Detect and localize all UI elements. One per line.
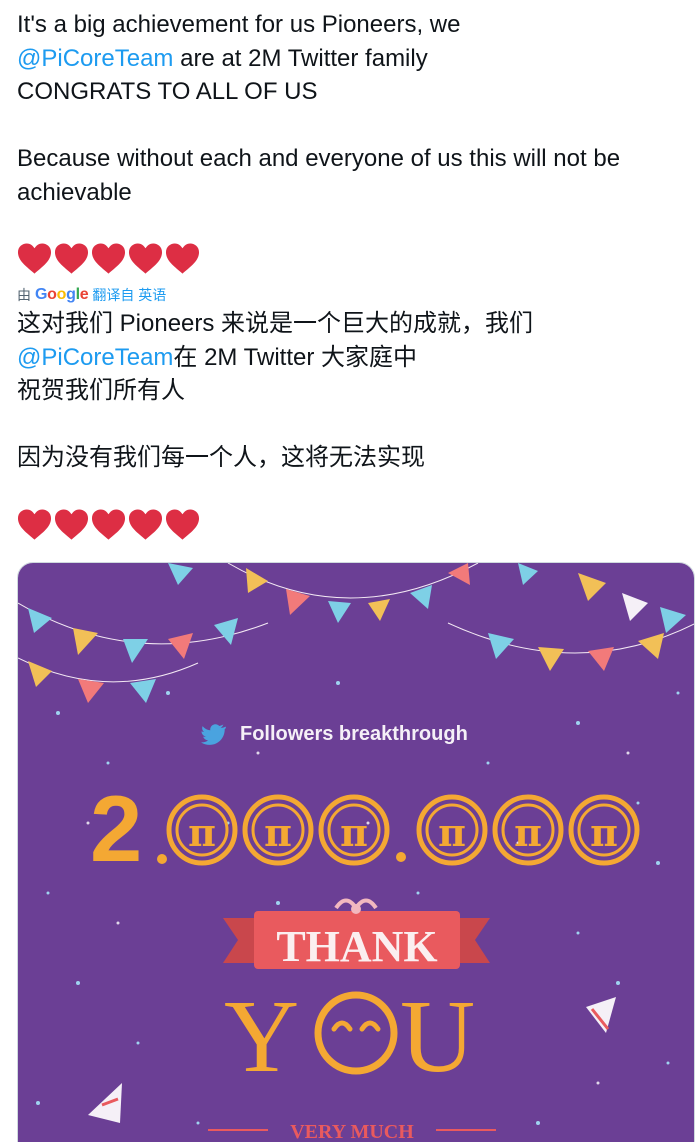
translated-from-link[interactable]: 翻译自 英语 xyxy=(92,285,166,305)
tweet-body: It's a big achievement for us Pioneers, … xyxy=(17,8,687,548)
comma-mark xyxy=(396,852,406,862)
very-much-text: VERY MUCH xyxy=(290,1121,414,1142)
hearts-emoji-row xyxy=(17,508,687,548)
you-letter-u: U xyxy=(400,979,475,1094)
svg-text:π: π xyxy=(340,810,368,855)
google-logo: Google xyxy=(35,286,89,303)
mention-link[interactable]: @PiCoreTeam xyxy=(17,45,173,72)
tweet-text-translated: 这对我们 Pioneers 来说是一个巨大的成就，我们 @PiCoreTeam在… xyxy=(17,307,687,475)
heart-icon xyxy=(165,243,200,274)
hearts-emoji-row xyxy=(17,242,687,282)
comma-mark xyxy=(157,854,167,864)
tweet-line: 祝贺我们所有人 xyxy=(17,377,185,404)
tweet-paragraph: Because without each and everyone of us … xyxy=(17,145,627,206)
tweet-line: CONGRATS TO ALL OF US xyxy=(17,78,318,105)
heart-icon xyxy=(91,508,126,540)
number-digit-two: 2 xyxy=(90,776,142,881)
heart-icon xyxy=(91,243,126,274)
tweet-line: It's a big achievement for us Pioneers, … xyxy=(17,11,461,38)
tweet-line: 这对我们 Pioneers 来说是一个巨大的成就，我们 xyxy=(17,310,534,337)
tweet-media-image[interactable]: Followers breakthrough 2 π π π π π π THA… xyxy=(17,562,695,1142)
svg-text:π: π xyxy=(438,810,466,855)
celebration-graphic: Followers breakthrough 2 π π π π π π THA… xyxy=(18,563,694,1142)
headline-text: Followers breakthrough xyxy=(240,723,468,745)
heart-icon xyxy=(17,243,52,274)
heart-icon xyxy=(165,508,200,540)
thank-text: THANK xyxy=(276,922,437,971)
heart-icon xyxy=(54,243,89,274)
svg-text:π: π xyxy=(264,810,292,855)
tweet-line: are at 2M Twitter family xyxy=(173,44,428,72)
heart-icon xyxy=(17,508,52,540)
you-letter-y: Y xyxy=(224,979,299,1094)
svg-text:π: π xyxy=(590,810,618,855)
tweet-text-english: It's a big achievement for us Pioneers, … xyxy=(17,8,687,209)
translation-prefix: 由 xyxy=(17,287,31,303)
mention-link[interactable]: @PiCoreTeam xyxy=(17,344,173,371)
svg-text:π: π xyxy=(188,810,216,855)
heart-icon xyxy=(128,243,163,274)
tweet-paragraph: 因为没有我们每一个人，这将无法实现 xyxy=(17,444,425,471)
heart-icon xyxy=(128,508,163,540)
translation-attribution: 由 Google 翻译自 英语 xyxy=(17,284,687,306)
svg-text:π: π xyxy=(514,810,542,855)
tweet-line: 在 2M Twitter 大家庭中 xyxy=(173,343,418,371)
heart-icon xyxy=(54,508,89,540)
